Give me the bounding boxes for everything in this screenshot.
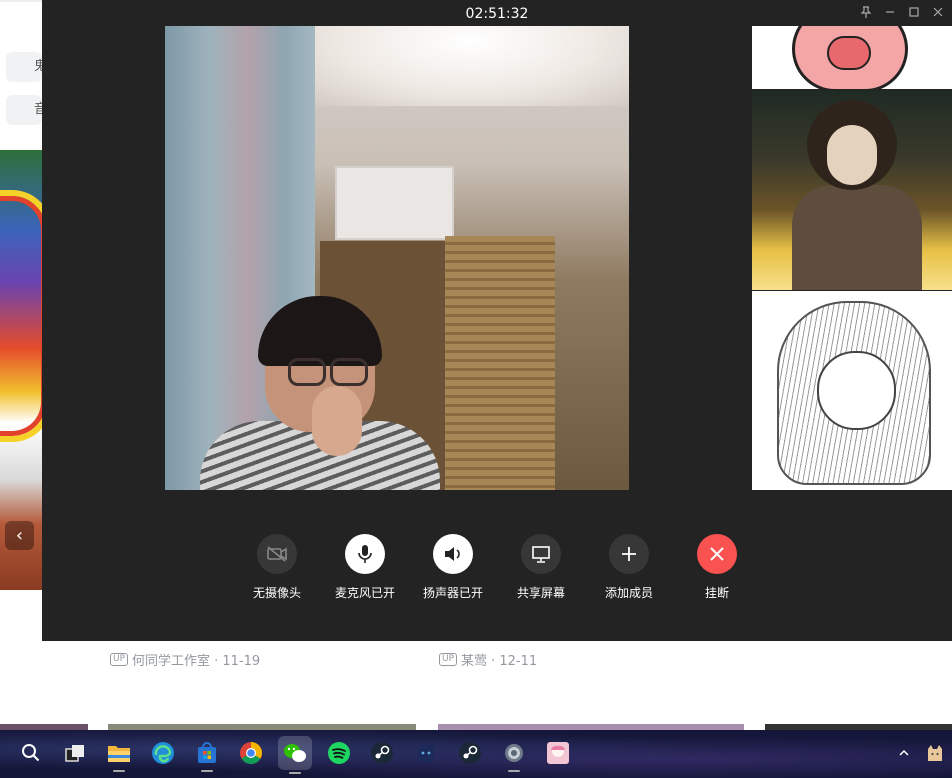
- task-view-icon[interactable]: [60, 738, 90, 768]
- camera-off-icon[interactable]: [257, 534, 297, 574]
- wechat-icon[interactable]: [278, 736, 312, 774]
- up-badge: UP: [110, 653, 129, 666]
- add-member-label: 添加成员: [604, 586, 653, 600]
- participant-avatar[interactable]: [752, 26, 952, 89]
- speaker-icon[interactable]: [433, 534, 473, 574]
- steam-icon[interactable]: [367, 738, 397, 768]
- file-explorer-icon[interactable]: [104, 738, 134, 772]
- tray-cat-icon[interactable]: [923, 738, 947, 768]
- video-author-date[interactable]: 何同学工作室 · 11-19: [132, 650, 260, 669]
- microphone-toggle[interactable]: 麦克风已开: [325, 534, 405, 601]
- call-timer: 02:51:32: [465, 6, 529, 22]
- settings-icon[interactable]: [499, 738, 529, 772]
- pin-icon[interactable]: [856, 4, 876, 24]
- windows-taskbar: [0, 730, 952, 778]
- video-card-meta[interactable]: UP 何同学工作室 · 11-19: [110, 650, 260, 669]
- video-card-meta[interactable]: UP 某莺 · 12-11: [439, 650, 537, 669]
- screen-share-button[interactable]: 共享屏幕: [501, 534, 581, 601]
- app-icon[interactable]: [411, 738, 441, 768]
- carousel-prev-button[interactable]: ‹: [5, 521, 34, 550]
- hang-up-label: 挂断: [704, 586, 729, 600]
- category-button-2[interactable]: 音: [6, 95, 42, 125]
- category-button-label: 鬼: [34, 59, 42, 74]
- video-call-window: 02:51:32 无摄像头 麦克风已开 扬声器已开 共享屏幕 添加成员 挂断: [42, 0, 952, 641]
- avatar-app-icon[interactable]: [543, 738, 573, 768]
- participant-avatar[interactable]: [752, 90, 952, 290]
- category-button-label: 音: [34, 102, 42, 117]
- screen-share-label: 共享屏幕: [516, 586, 565, 600]
- store-icon[interactable]: [192, 738, 222, 772]
- window-controls: [856, 4, 948, 24]
- steam-icon[interactable]: [455, 738, 485, 768]
- participant-avatar[interactable]: [752, 291, 952, 490]
- add-member-icon[interactable]: [609, 534, 649, 574]
- speaker-toggle[interactable]: 扬声器已开: [413, 534, 493, 601]
- microphone-icon[interactable]: [345, 534, 385, 574]
- main-participant-video[interactable]: [165, 26, 629, 490]
- spotify-icon[interactable]: [324, 738, 354, 768]
- camera-toggle-label: 无摄像头: [252, 586, 301, 600]
- chrome-icon[interactable]: [236, 738, 266, 768]
- add-member-button[interactable]: 添加成员: [589, 534, 669, 601]
- call-control-bar: 无摄像头 麦克风已开 扬声器已开 共享屏幕 添加成员 挂断: [42, 490, 952, 641]
- minimize-icon[interactable]: [880, 4, 900, 24]
- close-icon[interactable]: [928, 4, 948, 24]
- chevron-up-icon[interactable]: [893, 738, 915, 768]
- up-badge: UP: [439, 653, 458, 666]
- speaker-toggle-label: 扬声器已开: [422, 586, 483, 600]
- screen-share-icon[interactable]: [521, 534, 561, 574]
- edge-icon[interactable]: [148, 738, 178, 768]
- hang-up-button[interactable]: 挂断: [677, 534, 757, 601]
- participant-thumbnails: [752, 26, 952, 490]
- video-author-date[interactable]: 某莺 · 12-11: [461, 650, 537, 669]
- maximize-icon[interactable]: [904, 4, 924, 24]
- microphone-toggle-label: 麦克风已开: [334, 586, 395, 600]
- hang-up-icon[interactable]: [697, 534, 737, 574]
- search-icon[interactable]: [16, 738, 46, 768]
- camera-toggle[interactable]: 无摄像头: [237, 534, 317, 601]
- category-button-1[interactable]: 鬼: [6, 52, 42, 82]
